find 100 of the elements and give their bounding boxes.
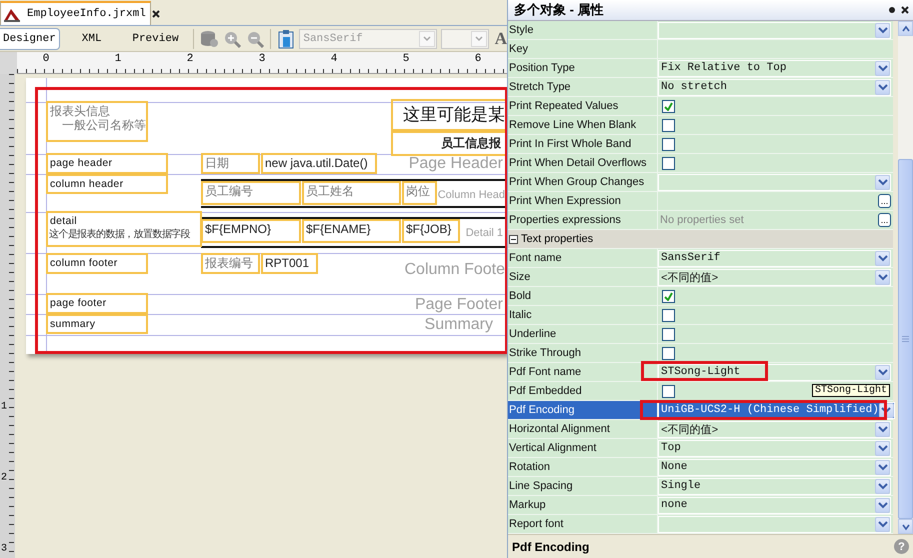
band-label: Page Footer (414, 296, 503, 313)
property-row[interactable]: Print In First Whole Band (508, 135, 893, 154)
text-element[interactable]: column footer (46, 253, 148, 274)
ruler-number: 0 (42, 53, 50, 65)
text-element[interactable]: 报表头信息 一般公司名称等 (46, 101, 148, 142)
property-label: Italic (508, 306, 658, 324)
property-row[interactable]: Position Type Fix Relative to Top (508, 59, 893, 78)
text-element[interactable]: page header (46, 153, 168, 174)
property-combo[interactable]: none (658, 496, 891, 514)
zoom-in-icon[interactable] (223, 30, 242, 48)
scrollbar-thumb[interactable] (898, 159, 913, 519)
database-icon[interactable] (200, 30, 218, 48)
property-combo[interactable]: STSong-Light (658, 364, 891, 380)
checkbox[interactable] (662, 384, 675, 398)
ruler-number: 3 (258, 53, 266, 65)
checkbox[interactable] (662, 328, 675, 340)
ruler-number: 6 (474, 53, 482, 65)
check-icon (664, 292, 673, 300)
property-row[interactable]: Print When Detail Overflows (508, 154, 893, 173)
property-label: Bold (508, 287, 658, 305)
collapse-icon[interactable] (509, 234, 518, 244)
property-row[interactable]: Properties expressions No properties set ... (508, 211, 893, 230)
property-row[interactable]: Bold (508, 287, 893, 306)
property-row[interactable]: Size <不同的值> (508, 268, 893, 287)
dot-icon[interactable] (889, 7, 895, 13)
field-element[interactable]: RPT001 (261, 253, 318, 274)
checkbox[interactable] (662, 290, 675, 302)
property-combo[interactable]: <不同的值> (658, 420, 891, 438)
property-row[interactable]: Print When Group Changes (508, 173, 893, 192)
band-label: Column Head (438, 188, 505, 203)
clipboard-icon[interactable] (277, 28, 296, 48)
property-row[interactable]: Print When Expression ... (508, 192, 893, 211)
property-label: Strike Through (508, 344, 658, 362)
property-combo[interactable]: SansSerif (658, 250, 891, 266)
section-header[interactable]: Text properties (508, 230, 893, 249)
property-row[interactable]: Underline (508, 325, 893, 344)
property-row[interactable]: Markup none (508, 496, 893, 515)
property-row[interactable]: Print Repeated Values (508, 97, 893, 116)
view-tab[interactable]: XML (60, 28, 124, 50)
text-element[interactable]: page footer (46, 293, 148, 314)
zoom-out-icon[interactable] (246, 30, 264, 48)
ruler-number: 3 (1, 544, 8, 554)
text-element[interactable]: detail 这个是报表的数据，放置数据字段 (46, 211, 202, 247)
property-combo[interactable]: None (658, 458, 891, 476)
checkbox[interactable] (662, 100, 675, 112)
description-title: Pdf Encoding (512, 540, 590, 554)
property-row[interactable]: Key (508, 40, 893, 59)
property-row[interactable]: Stretch Type No stretch (508, 78, 893, 97)
panel-title: 多个对象 - 属性 (514, 1, 605, 19)
view-tab[interactable]: Designer (0, 28, 60, 50)
band-label: Summary (424, 316, 493, 333)
grip-icon (902, 336, 909, 342)
band-label: Page Header (408, 155, 503, 172)
field-element[interactable]: $F{ENAME} (302, 219, 401, 243)
ruler-number: 1 (114, 53, 122, 65)
checkbox[interactable] (662, 308, 675, 322)
property-row[interactable]: Style (508, 21, 893, 40)
ellipsis-button[interactable]: ... (878, 194, 891, 208)
field-element[interactable]: new java.util.Date() (261, 153, 377, 174)
property-combo[interactable]: Fix Relative to Top (658, 60, 891, 76)
property-row[interactable]: Vertical Alignment Top (508, 439, 893, 458)
view-tab[interactable]: Preview (124, 28, 188, 50)
close-icon[interactable] (152, 10, 160, 18)
property-row[interactable]: Line Spacing Single (508, 477, 893, 496)
checkbox[interactable] (662, 118, 675, 132)
text-element[interactable]: 报表编号 (201, 253, 260, 274)
ruler-number: 4 (330, 53, 338, 65)
property-row[interactable]: Remove Line When Blank (508, 116, 893, 135)
property-combo[interactable]: No stretch (658, 78, 891, 96)
property-combo[interactable]: <不同的值> (658, 268, 891, 286)
property-row[interactable]: Horizontal Alignment <不同的值> (508, 420, 893, 439)
checkbox[interactable] (662, 156, 675, 170)
scrollbar[interactable] (898, 21, 913, 534)
property-combo[interactable]: Top (658, 440, 891, 456)
field-element[interactable]: $F{JOB} (402, 219, 460, 243)
property-combo[interactable]: Single (658, 478, 891, 494)
property-row[interactable]: Pdf Font name STSong-Light (508, 363, 893, 382)
text-element[interactable]: summary (46, 314, 148, 334)
field-element[interactable]: $F{EMPNO} (201, 219, 301, 243)
property-label: Properties expressions (508, 211, 658, 229)
ellipsis-button[interactable]: ... (878, 213, 891, 227)
property-row[interactable]: Report font (508, 515, 893, 534)
property-row[interactable]: Italic (508, 306, 893, 325)
text-element[interactable]: 员工编号 (201, 181, 301, 205)
close-icon[interactable] (901, 6, 909, 14)
text-element[interactable]: 员工姓名 (302, 181, 401, 205)
checkbox[interactable] (662, 138, 675, 150)
chevron-up-icon[interactable] (900, 24, 910, 34)
property-row[interactable]: Strike Through (508, 344, 893, 363)
chevron-down-icon[interactable] (900, 522, 910, 532)
text-element[interactable]: 日期 (201, 153, 260, 174)
property-label: Key (508, 40, 658, 58)
checkbox[interactable] (662, 346, 675, 360)
check-icon (664, 102, 673, 110)
band-label: Column Foote (404, 261, 505, 278)
property-row[interactable]: Font name SansSerif (508, 249, 893, 268)
property-row[interactable]: Rotation None (508, 458, 893, 477)
text-element[interactable]: 岗位 (402, 181, 437, 205)
ruler-number: 5 (402, 53, 410, 65)
text-element[interactable]: column header (46, 174, 168, 194)
